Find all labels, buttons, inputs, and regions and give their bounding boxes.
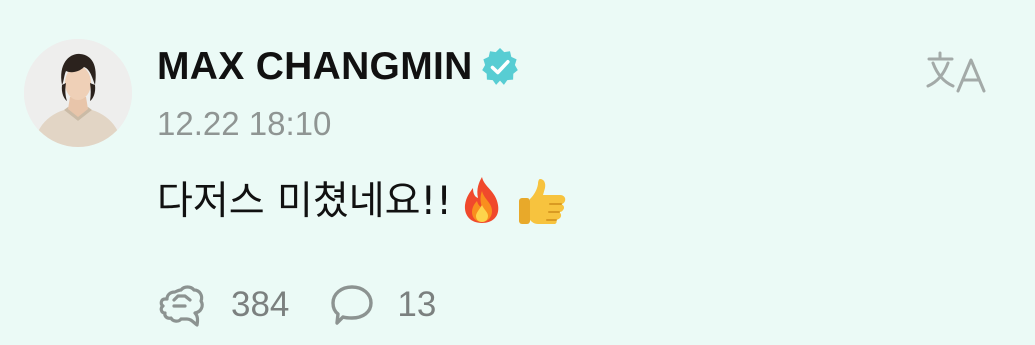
post-card: MAX CHANGMIN 12.22 18:10 다저스 미쳤네요!! 384 … (0, 0, 1035, 345)
like-count: 384 (231, 285, 290, 324)
verified-badge-icon (479, 46, 521, 88)
author-name[interactable]: MAX CHANGMIN (157, 44, 473, 90)
like-icon (159, 285, 204, 327)
post-text: 다저스 미쳤네요!! (157, 179, 452, 224)
thumbs-up-emoji (516, 175, 570, 230)
post-timestamp: 12.22 18:10 (157, 105, 332, 142)
post-body: 다저스 미쳤네요!! (157, 172, 570, 232)
comment-count: 13 (397, 285, 437, 324)
like-button[interactable]: 384 (157, 282, 289, 328)
comment-icon (331, 285, 374, 325)
fire-emoji (458, 175, 506, 230)
comment-button[interactable]: 13 (329, 283, 436, 327)
avatar[interactable] (24, 39, 132, 147)
translate-icon (926, 51, 986, 93)
avatar-image (24, 39, 132, 147)
post-actions: 384 13 (157, 280, 436, 330)
translate-button[interactable] (926, 50, 990, 96)
post-header: MAX CHANGMIN (157, 44, 521, 90)
